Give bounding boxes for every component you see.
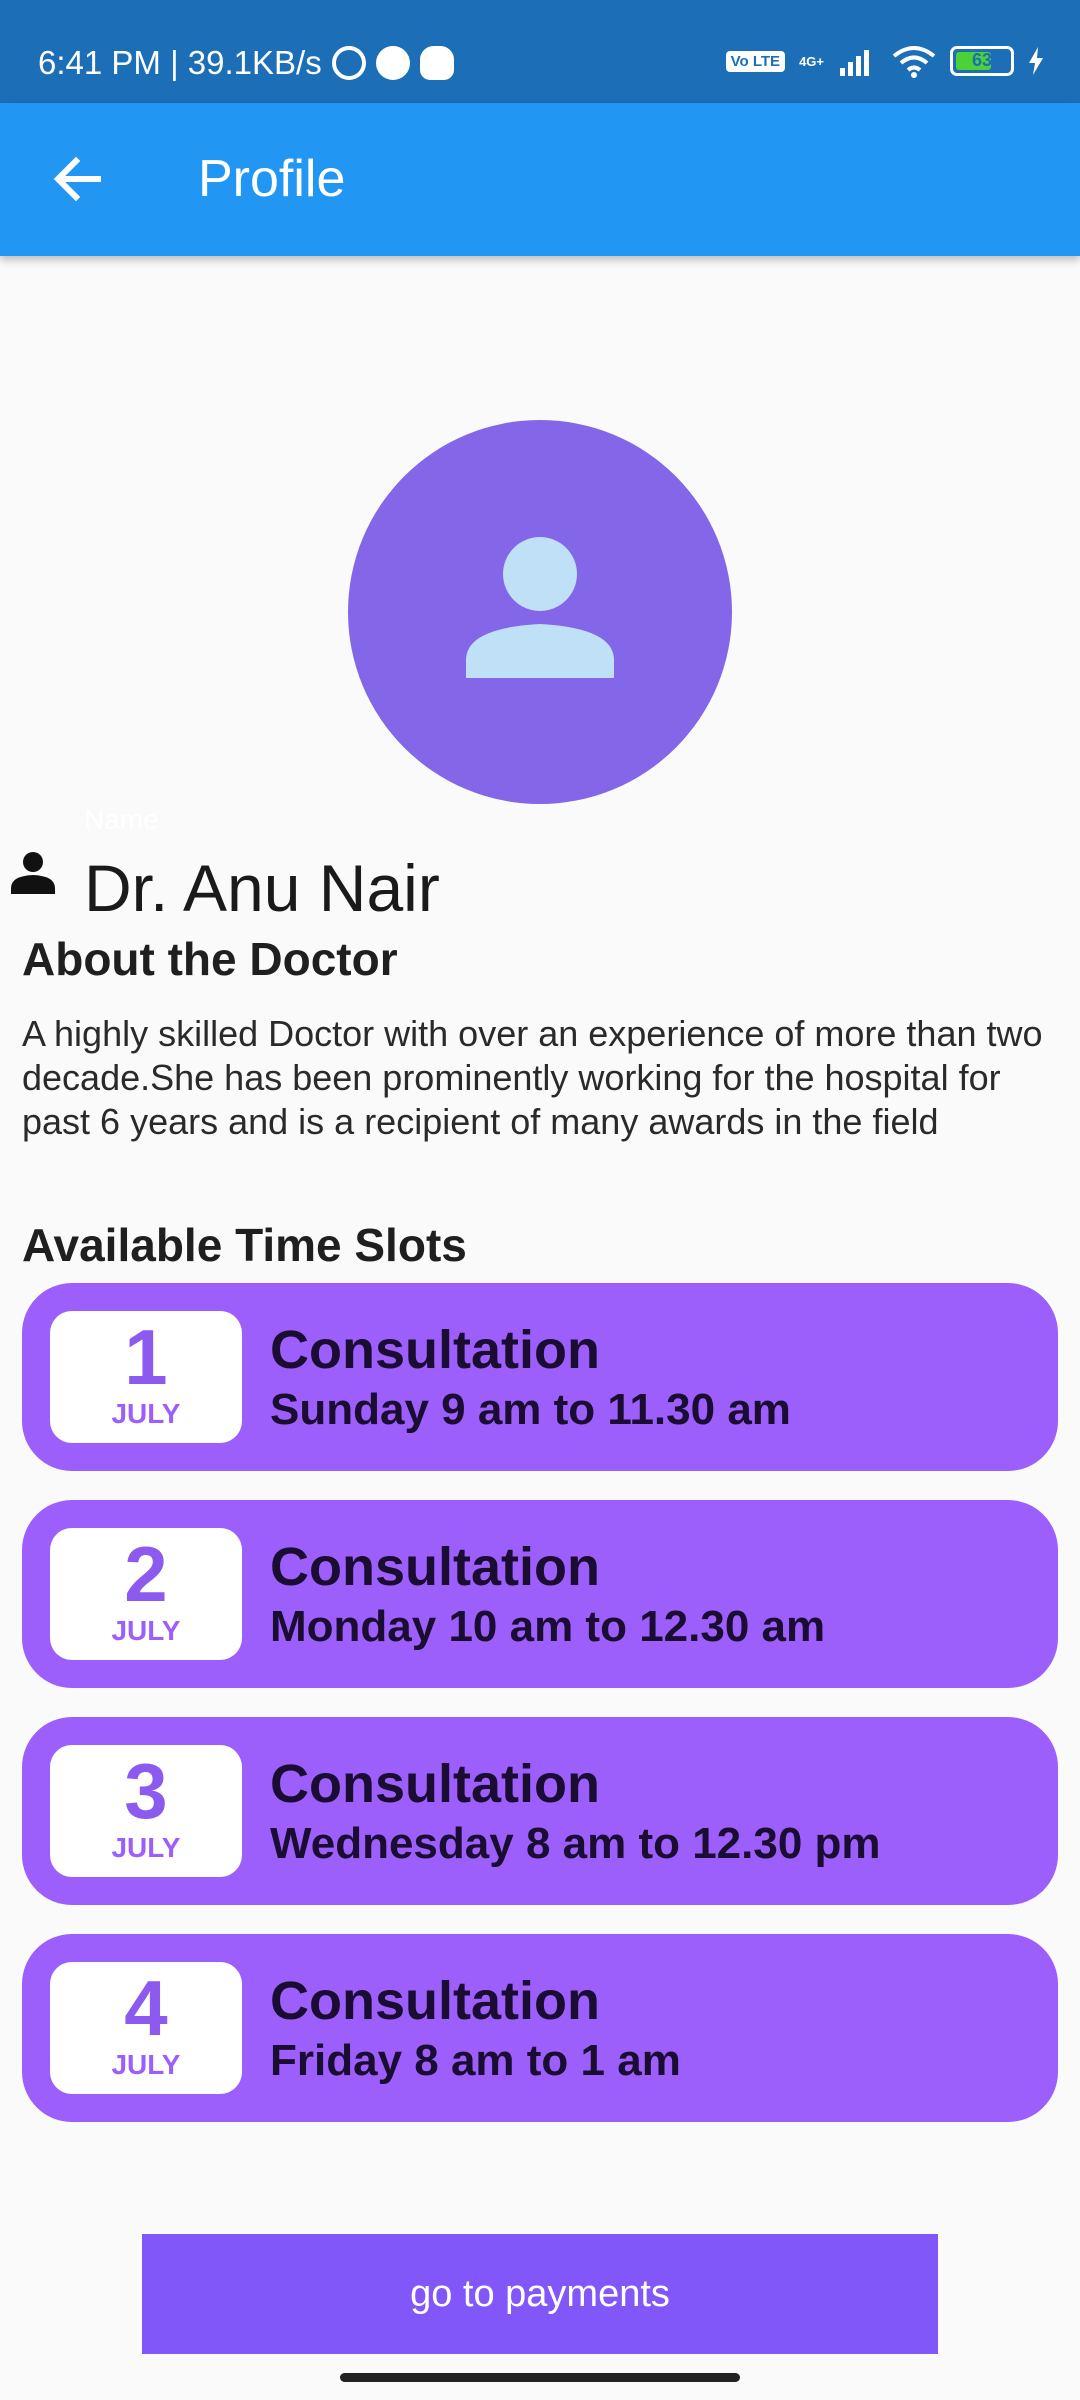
whatsapp-icon xyxy=(331,46,366,80)
time-slot-card[interactable]: 3 JULY Consultation Wednesday 8 am to 12… xyxy=(22,1717,1058,1905)
status-right: Vo LTE 4G+ 63 xyxy=(725,44,1044,78)
go-to-payments-button[interactable]: go to payments xyxy=(142,2234,938,2354)
person-icon xyxy=(466,537,614,678)
doctor-name: Dr. Anu Nair xyxy=(84,851,440,925)
slots-heading: Available Time Slots xyxy=(22,1219,467,1271)
slot-time: Wednesday 8 am to 12.30 pm xyxy=(270,1819,881,1868)
slot-month: JULY xyxy=(111,1832,181,1863)
snapchat-icon xyxy=(419,46,454,80)
wifi-icon xyxy=(892,46,936,78)
slot-month: JULY xyxy=(111,1398,181,1429)
status-left: 6:41 PM | 39.1KB/s xyxy=(38,44,454,82)
person-small-icon xyxy=(11,852,55,894)
date-box: 4 JULY xyxy=(50,1962,242,2094)
slot-time: Friday 8 am to 1 am xyxy=(270,2036,681,2085)
slot-time: Monday 10 am to 12.30 am xyxy=(270,1602,826,1651)
date-box: 3 JULY xyxy=(50,1745,242,1877)
slot-time: Sunday 9 am to 11.30 am xyxy=(270,1385,791,1434)
date-box: 1 JULY xyxy=(50,1311,242,1443)
about-heading: About the Doctor xyxy=(22,933,398,985)
slot-title: Consultation xyxy=(270,1971,600,2031)
charging-icon xyxy=(1029,47,1043,75)
battery-level: 63 xyxy=(971,50,993,70)
time-slot-card[interactable]: 2 JULY Consultation Monday 10 am to 12.3… xyxy=(22,1500,1058,1688)
status-time: 6:41 PM | 39.1KB/s xyxy=(38,44,322,81)
slot-day: 4 xyxy=(124,1964,168,2052)
volte-icon: Vo LTE xyxy=(725,50,786,72)
page-title: Profile xyxy=(198,150,346,208)
status-bar: 6:41 PM | 39.1KB/s Vo LTE 4G+ 63 xyxy=(0,0,1080,103)
name-label: Name xyxy=(84,804,159,835)
time-slot-card[interactable]: 1 JULY Consultation Sunday 9 am to 11.30… xyxy=(22,1283,1058,1471)
home-indicator[interactable] xyxy=(340,2373,740,2382)
slot-month: JULY xyxy=(111,1615,181,1646)
signal-icon xyxy=(840,50,869,76)
date-box: 2 JULY xyxy=(50,1528,242,1660)
network-type: 4G+ xyxy=(799,53,824,69)
slot-month: JULY xyxy=(111,2049,181,2080)
slot-title: Consultation xyxy=(270,1754,600,1814)
app-notification-icon xyxy=(375,46,410,80)
slot-title: Consultation xyxy=(270,1537,600,1597)
slot-title: Consultation xyxy=(270,1320,600,1380)
slot-day: 1 xyxy=(124,1313,168,1401)
about-text: A highly skilled Doctor with over an exp… xyxy=(22,1013,1043,1142)
app-bar: Profile xyxy=(0,103,1080,256)
slot-day: 2 xyxy=(124,1530,168,1618)
time-slot-card[interactable]: 4 JULY Consultation Friday 8 am to 1 am xyxy=(22,1934,1058,2122)
slot-day: 3 xyxy=(124,1747,168,1835)
back-arrow-icon[interactable] xyxy=(48,149,108,209)
avatar xyxy=(348,420,732,804)
battery-icon: 63 xyxy=(950,46,1014,76)
